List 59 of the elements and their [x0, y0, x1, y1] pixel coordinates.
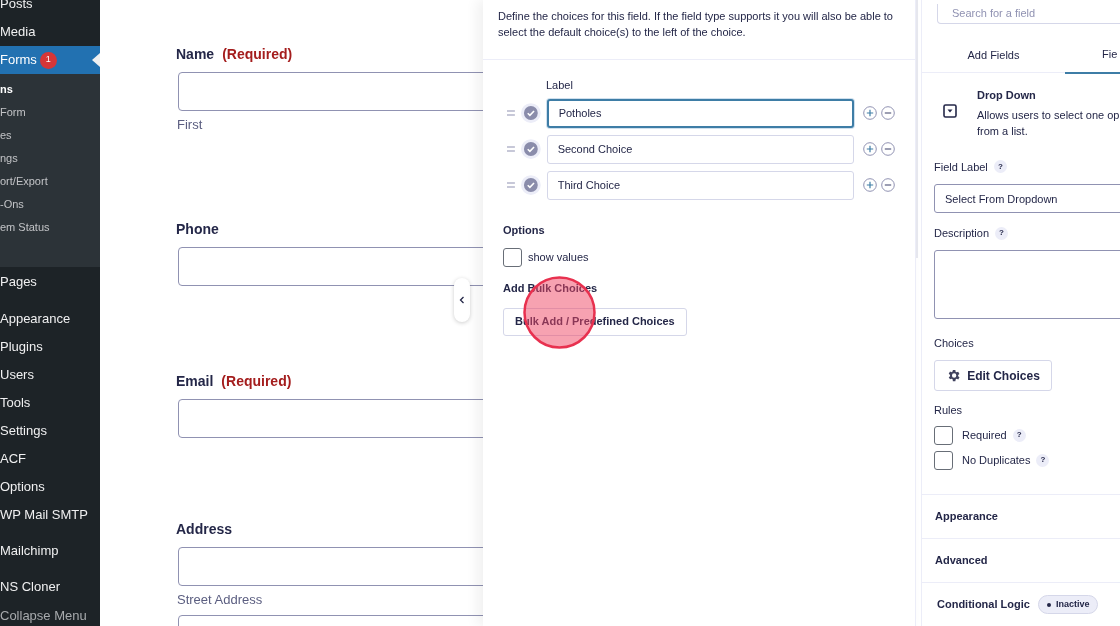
setting-label: Choices — [934, 335, 974, 351]
search-field[interactable]: Search for a field — [937, 3, 1120, 24]
collapse-menu-link[interactable]: Collapse Menu — [0, 602, 100, 626]
field-label: Email — [176, 372, 214, 391]
submenu-item[interactable]: ort/Export — [0, 170, 100, 193]
menu-item[interactable]: WP Mail SMTP — [0, 501, 100, 529]
menu-item[interactable]: Posts — [0, 0, 100, 18]
panel-description: Define the choices for this field. If the field type supports it you will also be able to select the default choice(s) to the left of the choice. — [498, 9, 894, 40]
menu-item[interactable]: Tools — [0, 389, 100, 417]
help-badge[interactable]: ? — [995, 226, 1009, 240]
section-heading: Options — [503, 222, 545, 238]
menu-item[interactable]: Appearance — [0, 305, 100, 333]
submenu-item[interactable]: ns — [0, 78, 100, 101]
field-label: Name — [176, 45, 215, 64]
help-badge[interactable]: ? — [1036, 453, 1050, 467]
section-toggle[interactable]: Advanced — [935, 551, 988, 569]
menu-item[interactable]: Media — [0, 18, 100, 46]
required-label: (Required) — [222, 45, 293, 64]
choice-field[interactable]: Second Choice — [546, 134, 854, 164]
menu-item[interactable]: NS Cloner — [0, 573, 100, 601]
menu-item[interactable]: Pages — [0, 268, 100, 296]
help-badge[interactable]: ? — [993, 160, 1007, 174]
menu-item[interactable]: Plugins — [0, 333, 100, 361]
submenu-item[interactable]: es — [0, 124, 100, 147]
menu-item[interactable]: Forms 1 — [0, 46, 100, 74]
section-toggle[interactable]: Appearance — [935, 507, 998, 525]
panel-tab[interactable]: Add Fields — [922, 36, 1065, 74]
submenu-item[interactable]: em Status — [0, 216, 100, 239]
menu-item[interactable]: Settings — [0, 417, 100, 445]
field-sublabel: First — [177, 116, 203, 134]
checkbox-label: Required — [962, 427, 1007, 443]
field-type-title: Drop Down — [977, 88, 1036, 103]
field-label: Address — [176, 520, 233, 539]
checkbox-label: No Duplicates — [962, 452, 1031, 468]
field-label: Phone — [176, 220, 219, 239]
status-badge: Inactive — [1037, 595, 1099, 614]
field-label-input[interactable]: Select From Dropdown — [934, 184, 1120, 213]
submenu-item[interactable]: ngs — [0, 147, 100, 170]
submenu-item[interactable]: -Ons — [0, 193, 100, 216]
menu-item[interactable]: ACF — [0, 445, 100, 473]
menu-item[interactable]: Mailchimp — [0, 537, 100, 565]
field-sublabel: Street Address — [177, 591, 263, 609]
section-toggle[interactable]: Conditional Logic — [937, 596, 1030, 613]
menu-item[interactable]: Users — [0, 361, 100, 389]
column-label: Label — [546, 78, 573, 93]
submenu-item[interactable]: Form — [0, 101, 100, 124]
notification-badge: 1 — [39, 51, 57, 69]
required-label: (Required) — [221, 372, 292, 391]
menu-item[interactable]: Options — [0, 473, 100, 501]
panel-tab[interactable]: Fie — [1065, 36, 1120, 74]
field-type-description: Allows users to select one op from a list. — [977, 107, 1120, 139]
help-badge[interactable]: ? — [1012, 428, 1026, 442]
choice-field[interactable]: Third Choice — [546, 170, 854, 200]
setting-label: Field Label — [934, 159, 988, 175]
choice-field[interactable]: Potholes — [546, 98, 854, 128]
setting-label: Description — [934, 226, 990, 241]
checkbox-label: show values — [528, 250, 589, 266]
edit-choices-button[interactable]: Edit Choices — [934, 360, 1052, 391]
setting-label: Rules — [934, 403, 963, 418]
